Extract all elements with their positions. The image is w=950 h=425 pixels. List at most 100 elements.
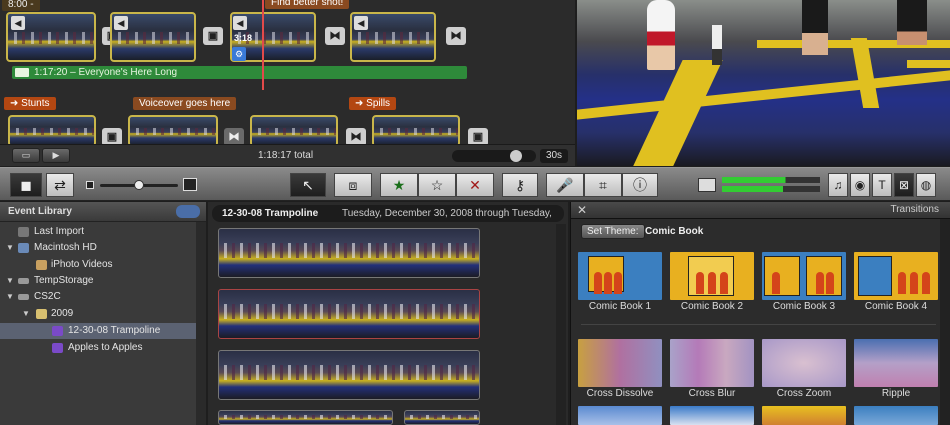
photo-icon[interactable]: ◉	[850, 173, 870, 197]
disclosure-triangle-icon[interactable]: ▼	[6, 289, 14, 305]
info-icon[interactable]: ⓘ	[622, 173, 658, 197]
swap-icon[interactable]: ⇄	[46, 173, 74, 197]
volume-icon: ◀	[11, 16, 25, 30]
iphoto-icon	[36, 260, 47, 270]
marker-voiceover[interactable]: Voiceover goes here	[133, 97, 237, 110]
volume-icon: ◀	[354, 16, 368, 30]
disclosure-triangle-icon[interactable]: ▼	[6, 240, 14, 256]
chapter-marker[interactable]: 8:00 -	[2, 0, 40, 11]
arrow-icon[interactable]: ↖	[290, 173, 326, 197]
playhead[interactable]	[262, 0, 264, 90]
event-star-icon	[52, 326, 63, 336]
transition-label: Ripple	[881, 388, 911, 399]
event-clip[interactable]	[218, 289, 480, 339]
zoom-slider[interactable]	[452, 150, 536, 162]
library-item-label: 12-30-08 Trampoline	[68, 325, 161, 336]
library-item-iphoto-videos[interactable]: iPhoto Videos	[0, 257, 196, 273]
event-library-title: Event Library	[8, 206, 72, 217]
transition-icon[interactable]: ⧓	[325, 27, 345, 45]
play-fullscreen-button[interactable]: ▭	[12, 148, 40, 163]
transition-label: Comic Book 1	[588, 301, 652, 312]
transition-thumb-cross-blur[interactable]	[670, 339, 754, 387]
transition-thumb-cross-dissolve[interactable]	[578, 339, 662, 387]
disclosure-triangle-icon[interactable]: ▼	[22, 306, 30, 322]
close-icon[interactable]: ✕	[577, 203, 587, 217]
transition-thumb-comic-1[interactable]	[578, 252, 662, 300]
reject-icon[interactable]: ✕	[456, 173, 494, 197]
zoom-slider-knob[interactable]	[510, 150, 522, 162]
library-scrollbar[interactable]	[196, 222, 206, 425]
clip-settings-icon[interactable]: ⚙	[232, 47, 246, 61]
browser-scrollbar[interactable]	[556, 224, 566, 425]
marker-spills[interactable]: ➜ Spills	[349, 97, 397, 110]
disclosure-triangle-icon[interactable]: ▼	[6, 273, 14, 289]
transitions-header: ✕ Transitions	[571, 202, 950, 219]
transition-label: Cross Zoom	[776, 388, 832, 399]
theme-name: Comic Book	[645, 226, 704, 237]
person-figure	[802, 0, 828, 55]
person-figure	[647, 0, 675, 70]
transition-thumb[interactable]	[670, 406, 754, 425]
map-icon[interactable]: ◍	[916, 173, 936, 197]
library-item-apples[interactable]: Apples to Apples	[0, 340, 196, 356]
music-track-label: 1:17:20 – Everyone's Here Long	[34, 67, 178, 78]
title-icon[interactable]: T	[872, 173, 892, 197]
star-filled-icon[interactable]: ★	[380, 173, 418, 197]
camera-icon[interactable]: ◼	[10, 173, 42, 197]
transition-label: Cross Blur	[688, 388, 736, 399]
star-empty-icon[interactable]: ☆	[418, 173, 456, 197]
crop-select-icon[interactable]: ⧈	[334, 173, 372, 197]
transition-thumb-comic-2[interactable]	[670, 252, 754, 300]
event-clip[interactable]	[218, 410, 393, 425]
thumbnail-size-knob[interactable]	[134, 180, 144, 190]
project-clip[interactable]	[372, 115, 460, 147]
transition-thumb[interactable]	[762, 406, 846, 425]
music-icon[interactable]: ♫	[828, 173, 848, 197]
project-clip[interactable]	[8, 115, 96, 147]
library-item-2009[interactable]: ▼ 2009	[0, 306, 196, 322]
transition-icon[interactable]: ⧓	[446, 27, 466, 45]
transition-thumb[interactable]	[578, 406, 662, 425]
thumbnail-size-slider[interactable]	[100, 180, 178, 190]
event-browser: 12-30-08 Trampoline Tuesday, December 30…	[208, 202, 568, 425]
library-toggle-button[interactable]	[176, 205, 200, 218]
library-item-tempstorage[interactable]: ▼ TempStorage	[0, 273, 196, 289]
transition-thumb-comic-3[interactable]	[762, 252, 846, 300]
event-clip[interactable]	[218, 228, 480, 278]
play-button[interactable]: ▶	[42, 148, 70, 163]
transition-thumb[interactable]	[854, 406, 938, 425]
project-clip[interactable]	[250, 115, 338, 147]
event-star-icon	[52, 343, 63, 353]
audio-skim-icon[interactable]	[698, 178, 716, 192]
transition-icon[interactable]: ▣	[203, 27, 223, 45]
marker-stunts[interactable]: ➜ Stunts	[4, 97, 56, 110]
voiceover-icon[interactable]: 🎤	[546, 173, 584, 197]
set-theme-button[interactable]: Set Theme:	[581, 224, 645, 239]
event-clip[interactable]	[404, 410, 480, 425]
person-figure	[712, 25, 722, 65]
event-clip[interactable]	[218, 350, 480, 400]
transitions-scrollbar[interactable]	[940, 219, 950, 425]
library-item-trampoline[interactable]: 12-30-08 Trampoline	[0, 323, 196, 339]
transition-icon[interactable]: ⊠	[894, 173, 914, 197]
comment-marker[interactable]: Find better shot!	[265, 0, 350, 9]
library-item-cs2c[interactable]: ▼ CS2C	[0, 289, 196, 305]
library-item-label: Last Import	[34, 226, 85, 237]
event-header: 12-30-08 Trampoline Tuesday, December 30…	[212, 205, 564, 222]
crop-icon[interactable]: ⌗	[584, 173, 622, 197]
drive-icon	[18, 294, 29, 300]
project-clip[interactable]	[128, 115, 218, 147]
library-item-last-import[interactable]: Last Import	[0, 224, 196, 240]
music-track[interactable]: 1:17:20 – Everyone's Here Long	[12, 66, 467, 79]
project-bottom-bar: ▭ ▶ 1:18:17 total 30s	[0, 144, 575, 166]
transition-thumb-ripple[interactable]	[854, 339, 938, 387]
transition-label: Cross Dissolve	[586, 388, 654, 399]
transition-label: Comic Book 4	[864, 301, 928, 312]
library-item-label: iPhoto Videos	[51, 259, 113, 270]
transition-thumb-comic-4[interactable]	[854, 252, 938, 300]
keyword-icon[interactable]: ⚷	[502, 173, 538, 197]
person-figure	[897, 0, 927, 45]
library-item-macintosh-hd[interactable]: ▼ Macintosh HD	[0, 240, 196, 256]
transition-thumb-cross-zoom[interactable]	[762, 339, 846, 387]
audio-meter-right	[722, 186, 820, 192]
